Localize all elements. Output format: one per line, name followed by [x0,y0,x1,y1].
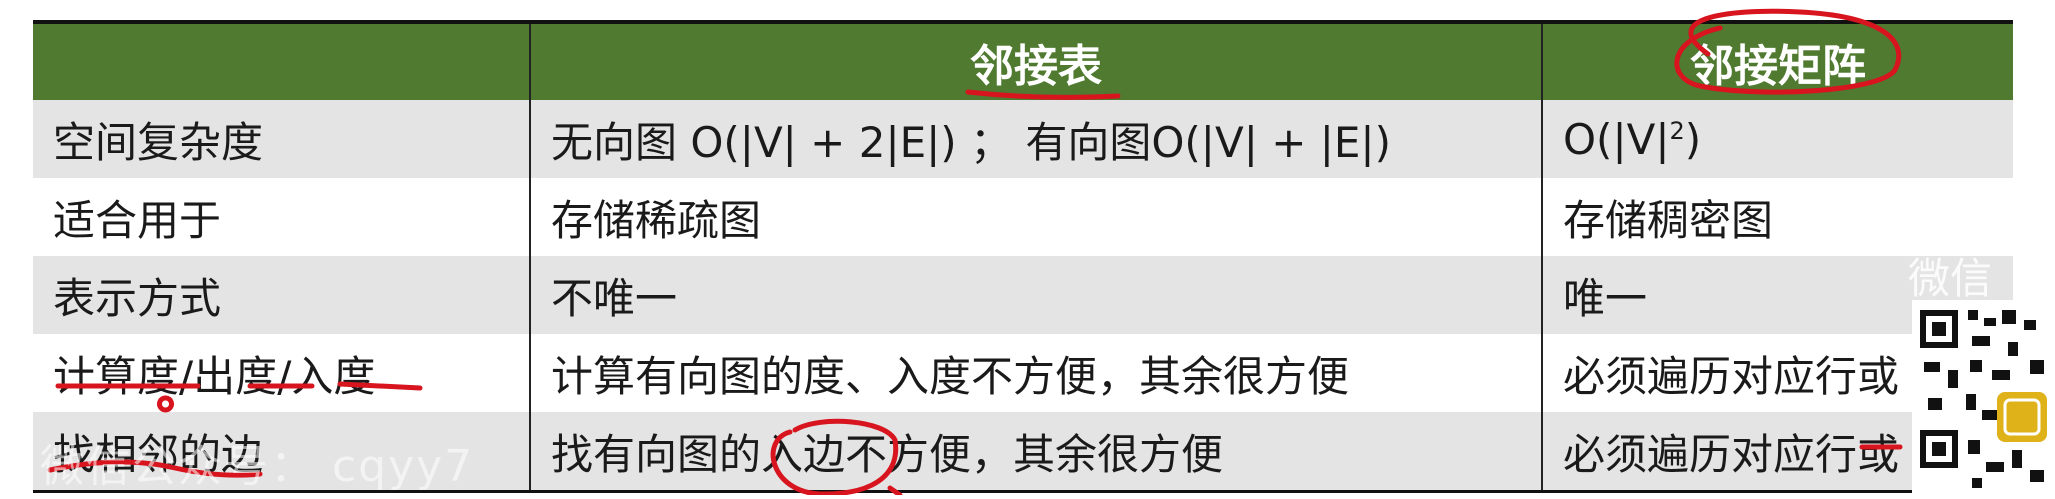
row-label: 适合用于 [53,195,222,245]
in-edge-prefix: 找有向图的 [551,429,762,479]
wechat-label: 微信 [1908,254,1993,303]
adjacency-list-value: 计算有向图的度、入度不方便，其余很方便 [551,351,1350,401]
row-label: 空间复杂度 [53,117,264,167]
row-label-cell: 空间复杂度 [33,100,529,178]
table-row: 计算度/出度/入度 计算有向图的度、入度不方便，其余很方便 必须遍历对应行或 [33,334,2013,412]
label-degree: 计算度 [53,351,180,401]
label-out-degree: 出度 [193,351,278,401]
adjacency-list-cell: 找有向图的入边不方便，其余很方便 [529,412,1541,490]
adjacency-matrix-value: 唯一 [1563,273,1648,323]
header-empty-cell [33,24,529,100]
watermark-text: 微信公众号： cqyy7 [40,441,475,492]
adjacency-matrix-value: 必须遍历对应行或 [1563,351,1900,401]
adjacency-list-cell: 无向图 O(|V| + 2|E|) ； 有向图O(|V| + |E|) [529,100,1541,178]
label-slash: / [277,351,292,401]
header-adjacency-matrix-label: 邻接矩阵 [1690,41,1866,92]
table-row: 表示方式 不唯一 唯一 [33,256,2013,334]
adjacency-list-value: 无向图 O(|V| + 2|E|) ； 有向图O(|V| + |E|) [551,117,1391,167]
label-in-degree: 入度 [291,351,376,401]
matrix-complexity-prefix: O(|V| [1563,114,1670,164]
row-label: 表示方式 [53,273,222,323]
row-label-cell: 计算度/出度/入度 [33,334,529,412]
adjacency-matrix-value: O(|V|2) [1563,115,1701,164]
matrix-complexity-suffix: ) [1684,114,1702,164]
label-slash: / [179,351,194,401]
adjacency-list-cell: 计算有向图的度、入度不方便，其余很方便 [529,334,1541,412]
qr-badge-mark [2003,398,2041,436]
in-edge-highlight: 入边 [761,429,846,479]
header-adjacency-matrix: 邻接矩阵 [1541,24,2013,100]
adjacency-list-value: 找有向图的入边不方便，其余很方便 [551,421,1223,482]
adjacency-list-cell: 存储稀疏图 [529,178,1541,256]
table-header-row: 邻接表 邻接矩阵 [33,24,2013,100]
table-row: 适合用于 存储稀疏图 存储稠密图 [33,178,2013,256]
row-label-cell: 适合用于 [33,178,529,256]
adjacency-list-cell: 不唯一 [529,256,1541,334]
table-row: 空间复杂度 无向图 O(|V| + 2|E|) ； 有向图O(|V| + |E|… [33,100,2013,178]
row-label: 计算度/出度/入度 [53,343,375,404]
header-adjacency-list-label: 邻接表 [970,41,1102,92]
adjacency-matrix-cell: O(|V|2) [1541,100,2013,178]
row-label-cell: 表示方式 [33,256,529,334]
adjacency-matrix-value: 存储稠密图 [1563,195,1774,245]
adjacency-matrix-value: 必须遍历对应行或 [1563,429,1900,479]
adjacency-list-value: 不唯一 [551,273,678,323]
matrix-complexity-exponent: 2 [1669,116,1685,145]
in-edge-suffix: 不方便，其余很方便 [845,429,1224,479]
header-adjacency-list: 邻接表 [529,24,1541,100]
adjacency-list-value: 存储稀疏图 [551,195,762,245]
comparison-table: 邻接表 邻接矩阵 空间复杂度 无向图 O(|V| + 2|E|) ； 有向图O(… [33,20,2013,493]
qr-badge-logo [1997,392,2047,442]
